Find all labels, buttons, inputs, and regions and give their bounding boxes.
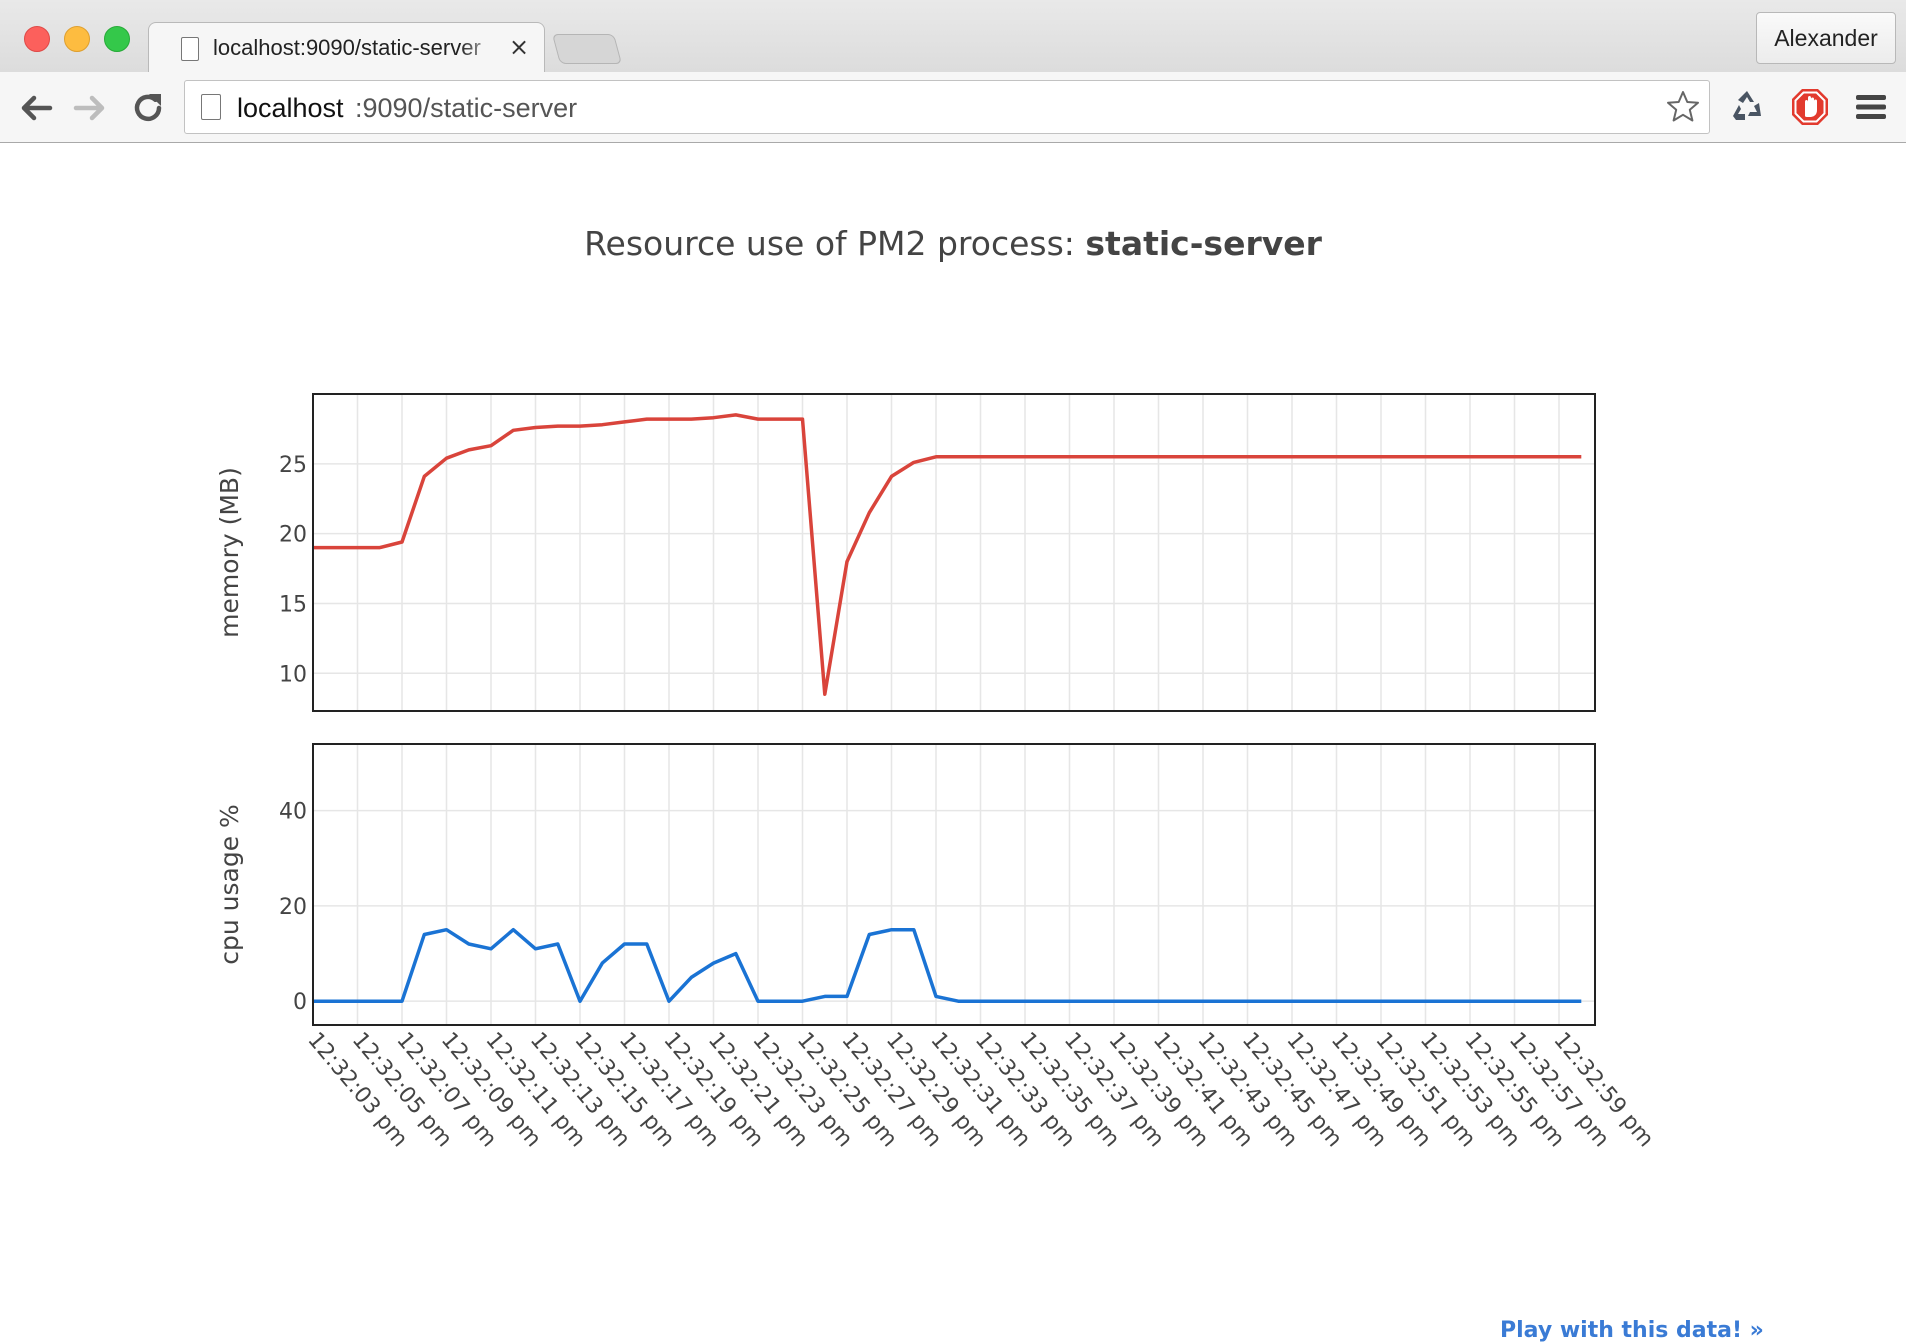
memory-ytick-label: 15 <box>279 592 307 617</box>
memory-ytick-label: 10 <box>279 662 307 687</box>
cpu-ytick-label: 40 <box>279 800 307 825</box>
cpu-plot-frame <box>312 743 1596 1026</box>
memory-axis-label: memory (MB) <box>215 467 244 638</box>
resource-chart: 10152025memory (MB)02040cpu usage %12:32… <box>215 393 1658 1152</box>
memory-ytick-label: 20 <box>279 523 307 548</box>
memory-ytick-label: 25 <box>279 453 307 478</box>
cpu-ytick-label: 20 <box>279 895 307 920</box>
memory-plot-frame <box>312 393 1596 712</box>
play-with-data-link[interactable]: Play with this data! » <box>1500 1318 1764 1343</box>
cpu-series-line <box>313 927 1582 1003</box>
memory-series-line <box>313 413 1582 696</box>
cpu-ytick-label: 0 <box>293 990 307 1015</box>
cpu-axis-label: cpu usage % <box>215 804 244 965</box>
